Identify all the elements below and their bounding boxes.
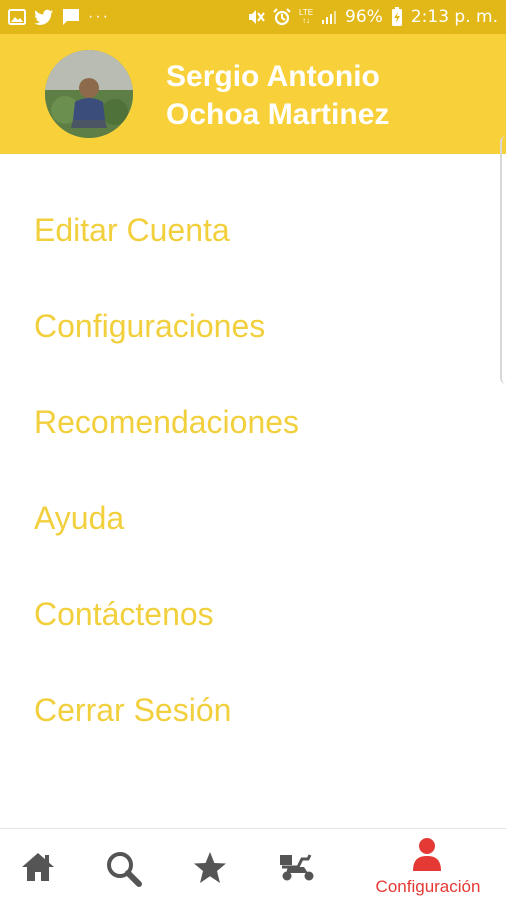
battery-percentage: 96% <box>345 7 383 27</box>
signal-icon <box>321 9 337 25</box>
user-name-first-line: Sergio Antonio <box>166 60 380 93</box>
menu-item-recomendaciones[interactable]: Recomendaciones <box>34 402 299 442</box>
nav-search[interactable] <box>100 829 148 901</box>
mute-icon <box>247 8 265 26</box>
star-icon <box>192 851 228 890</box>
message-icon <box>62 8 80 26</box>
status-bar-right: LTE ↑↓ 96% 2:13 p. m. <box>247 7 498 27</box>
twitter-icon <box>34 9 54 25</box>
lte-icon: LTE ↑↓ <box>298 8 314 25</box>
menu-item-cerrar-sesion[interactable]: Cerrar Sesión <box>34 690 231 730</box>
home-icon <box>20 851 56 888</box>
image-icon <box>8 9 26 25</box>
person-icon <box>411 837 443 878</box>
scroll-indicator <box>500 136 506 384</box>
more-dots-icon: ··· <box>88 8 110 25</box>
menu-item-contactenos[interactable]: Contáctenos <box>34 594 214 634</box>
status-bar: ··· LTE ↑↓ 96% 2:13 p. m. <box>0 0 506 34</box>
status-bar-left: ··· <box>8 8 110 26</box>
bottom-navigation: Configuración <box>0 828 506 901</box>
battery-charging-icon <box>391 7 403 27</box>
user-name: Sergio Antonio Ochoa Martinez <box>166 58 496 134</box>
search-icon <box>106 851 142 892</box>
user-name-second-line: Ochoa Martinez <box>166 98 390 131</box>
nav-configuracion[interactable]: Configuración <box>358 829 498 901</box>
menu-item-editar-cuenta[interactable]: Editar Cuenta <box>34 210 230 250</box>
clock: 2:13 p. m. <box>410 7 498 27</box>
menu-item-ayuda[interactable]: Ayuda <box>34 498 124 538</box>
nav-favorites[interactable] <box>186 829 234 901</box>
scooter-icon <box>278 851 318 888</box>
nav-delivery[interactable] <box>272 829 320 901</box>
profile-header: Sergio Antonio Ochoa Martinez <box>0 34 506 154</box>
nav-configuracion-label: Configuración <box>375 877 481 896</box>
avatar[interactable] <box>45 50 133 138</box>
nav-home[interactable] <box>14 829 62 901</box>
menu-item-configuraciones[interactable]: Configuraciones <box>34 306 265 346</box>
alarm-icon <box>273 8 291 26</box>
